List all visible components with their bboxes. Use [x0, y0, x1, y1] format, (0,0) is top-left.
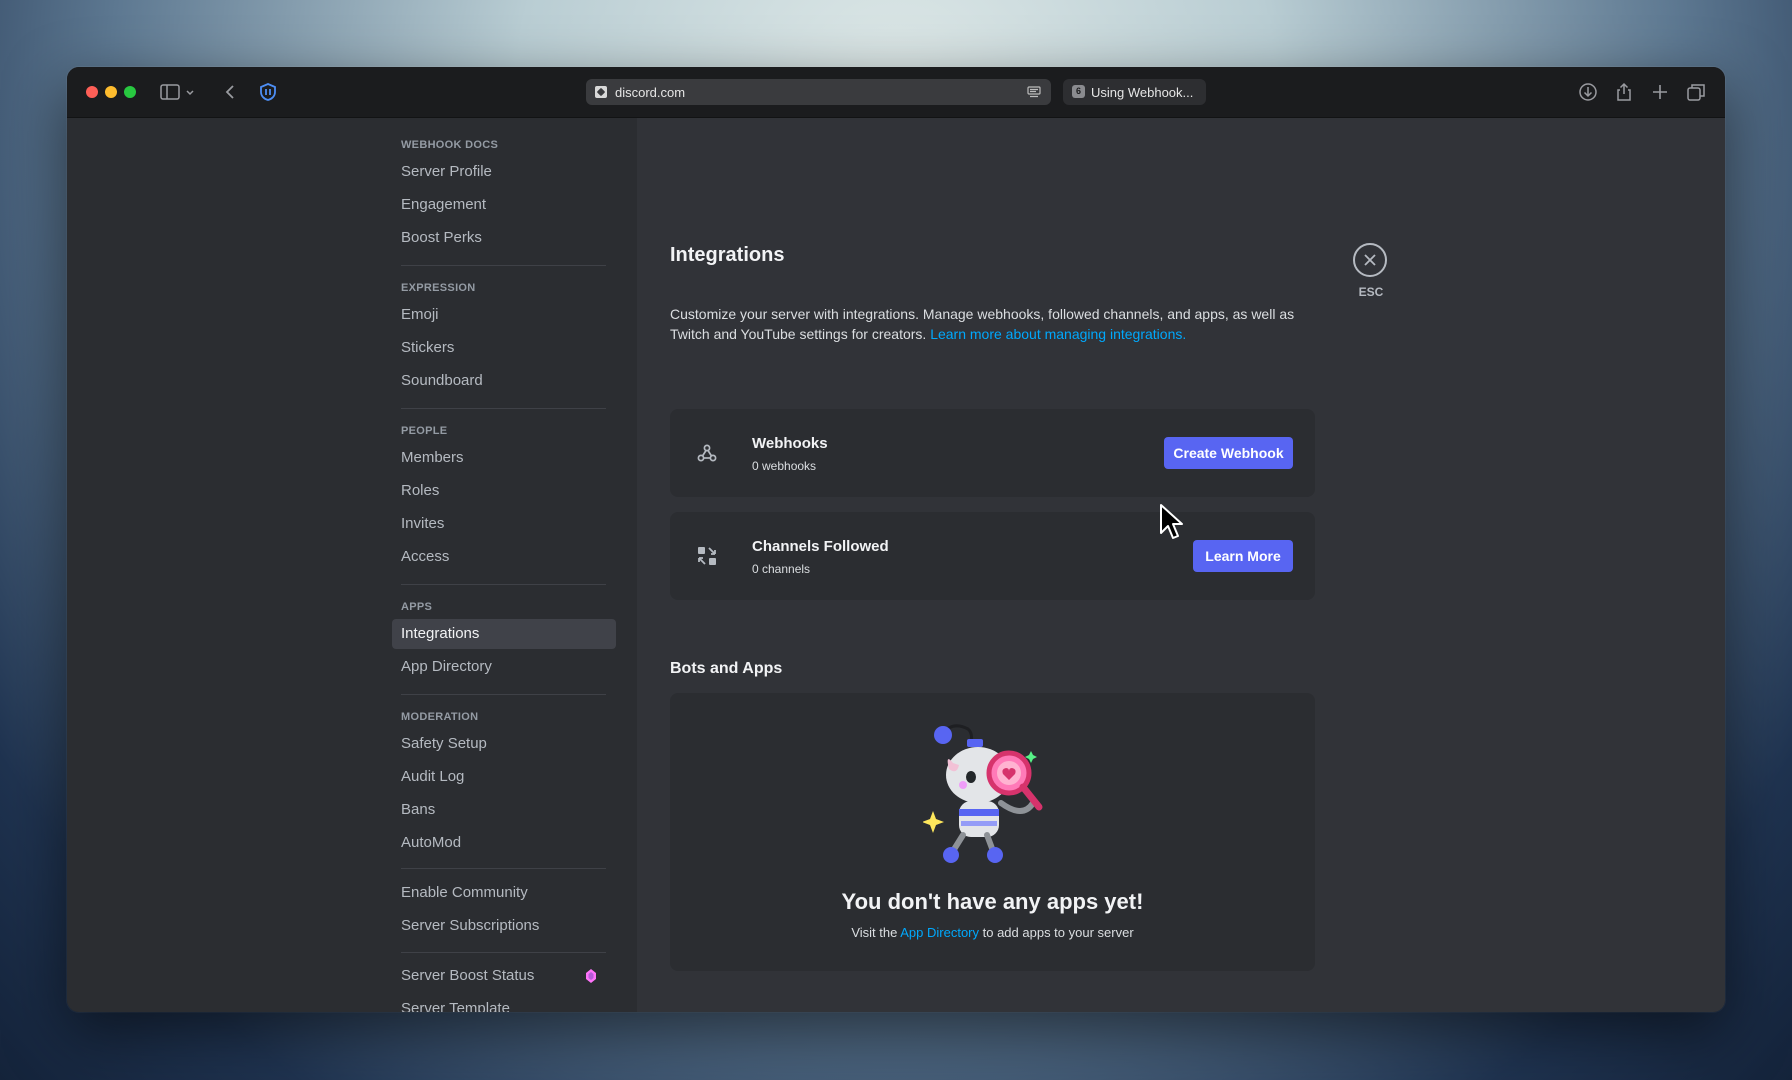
share-icon[interactable]	[1613, 81, 1635, 103]
empty-text-post: to add apps to your server	[982, 925, 1134, 940]
page-title: Integrations	[670, 244, 785, 266]
page-description: Customize your server with integrations.…	[670, 304, 1318, 344]
address-bar[interactable]: discord.com	[586, 79, 1051, 105]
browser-window: discord.com 6 Using Webhook... WEBHOOK D…	[67, 67, 1725, 1012]
shield-extension-icon[interactable]	[257, 81, 279, 103]
sidebar-item-stickers[interactable]: Stickers	[392, 333, 616, 363]
sidebar-item-emoji[interactable]: Emoji	[392, 300, 616, 330]
sidebar-divider	[401, 408, 606, 409]
create-webhook-button[interactable]: Create Webhook	[1164, 437, 1293, 469]
reader-icon[interactable]	[1027, 85, 1041, 99]
sidebar-divider	[401, 584, 606, 585]
sidebar-item-audit-log[interactable]: Audit Log	[392, 762, 616, 792]
channels-followed-count: 0 channels	[752, 562, 811, 576]
bots-apps-empty-state: You don't have any apps yet! Visit the A…	[670, 693, 1315, 971]
sidebar-item-server-template[interactable]: Server Template	[392, 994, 616, 1012]
robot-mascot-illustration	[923, 724, 1043, 863]
channels-followed-title: Channels Followed	[752, 538, 889, 555]
sidebar-item-engagement[interactable]: Engagement	[392, 190, 616, 220]
site-favicon	[595, 86, 607, 98]
zoom-window-button[interactable]	[124, 86, 136, 98]
sidebar-item-server-profile[interactable]: Server Profile	[392, 157, 616, 187]
sidebar-divider	[401, 868, 606, 869]
sidebar-item-soundboard[interactable]: Soundboard	[392, 366, 616, 396]
sidebar-divider	[401, 265, 606, 266]
webhooks-title: Webhooks	[752, 435, 828, 452]
sidebar-item-safety-setup[interactable]: Safety Setup	[392, 729, 616, 759]
tab-favicon: 6	[1072, 85, 1085, 98]
plus-icon[interactable]	[1649, 81, 1671, 103]
channels-followed-icon	[696, 545, 718, 567]
sidebar-item-integrations[interactable]: Integrations	[392, 619, 616, 649]
browser-tab[interactable]: 6 Using Webhook...	[1063, 79, 1206, 105]
section-header-apps: APPS	[401, 601, 433, 613]
sidebar-item-members[interactable]: Members	[392, 443, 616, 473]
sidebar-item-server-boost-status[interactable]: Server Boost Status	[392, 961, 616, 991]
sidebar-divider	[401, 694, 606, 695]
sidebar-item-server-subscriptions[interactable]: Server Subscriptions	[392, 911, 616, 941]
sidebar-toggle-icon[interactable]	[159, 81, 199, 103]
webhooks-card[interactable]: Webhooks 0 webhooks Create Webhook	[670, 409, 1315, 497]
empty-text-pre: Visit the	[851, 925, 898, 940]
section-header-expression: EXPRESSION	[401, 282, 476, 294]
minimize-window-button[interactable]	[105, 86, 117, 98]
empty-state-title: You don't have any apps yet!	[841, 889, 1144, 914]
sidebar-item-app-directory[interactable]: App Directory	[392, 652, 616, 682]
tab-title: Using Webhook...	[1091, 85, 1194, 100]
sidebar-divider	[401, 952, 606, 953]
sidebar-item-enable-community[interactable]: Enable Community	[392, 878, 616, 908]
tabs-overview-icon[interactable]	[1685, 81, 1707, 103]
sidebar-item-roles[interactable]: Roles	[392, 476, 616, 506]
webhook-icon	[696, 442, 718, 464]
boost-gem-icon	[586, 969, 596, 983]
section-header-people: PEOPLE	[401, 425, 448, 437]
learn-more-button[interactable]: Learn More	[1193, 540, 1293, 572]
app-directory-link[interactable]: App Directory	[900, 925, 979, 940]
sidebar-item-invites[interactable]: Invites	[392, 509, 616, 539]
esc-label: ESC	[1358, 285, 1384, 299]
sidebar-item-bans[interactable]: Bans	[392, 795, 616, 825]
learn-more-link[interactable]: Learn more about managing integrations.	[930, 326, 1186, 342]
webhooks-count: 0 webhooks	[752, 459, 817, 473]
browser-toolbar: discord.com 6 Using Webhook...	[67, 67, 1725, 118]
sidebar-item-label: Server Boost Status	[401, 967, 535, 984]
sidebar-item-automod[interactable]: AutoMod	[392, 828, 616, 858]
mouse-cursor-icon	[1160, 504, 1183, 539]
close-icon	[1364, 254, 1376, 266]
close-window-button[interactable]	[86, 86, 98, 98]
download-icon[interactable]	[1577, 81, 1599, 103]
section-header-moderation: MODERATION	[401, 711, 479, 723]
sidebar-item-access[interactable]: Access	[392, 542, 616, 572]
bots-and-apps-header: Bots and Apps	[670, 660, 783, 677]
empty-state-subtitle: Visit the App Directory to add apps to y…	[670, 925, 1315, 940]
close-settings-button[interactable]	[1353, 243, 1387, 277]
section-header-webhook-docs: WEBHOOK DOCS	[401, 139, 499, 151]
url-text: discord.com	[615, 85, 686, 100]
sidebar-item-boost-perks[interactable]: Boost Perks	[392, 223, 616, 253]
channels-followed-card[interactable]: Channels Followed 0 channels Learn More	[670, 512, 1315, 600]
back-chevron-icon[interactable]	[219, 81, 241, 103]
